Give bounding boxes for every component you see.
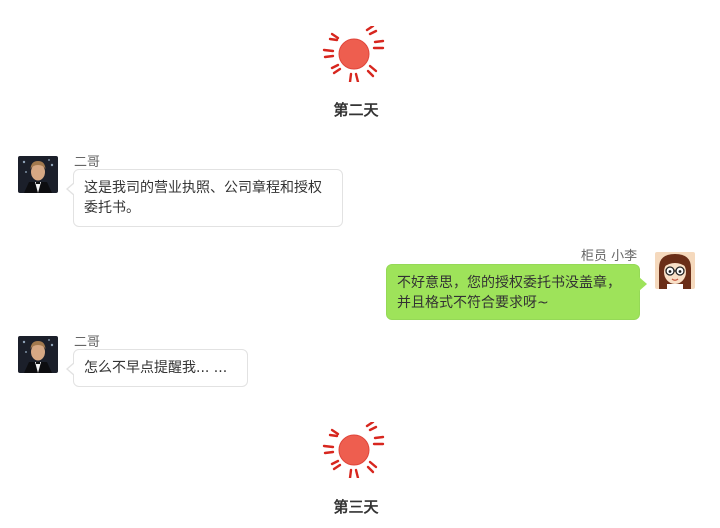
avatar[interactable]	[18, 336, 58, 373]
message-bubble: 不好意思，您的授权委托书没盖章，并且格式不符合要求呀~	[386, 264, 647, 320]
sender-name: 二哥	[74, 335, 101, 350]
day-divider-label: 第二天	[333, 101, 379, 119]
message-bubble: 这是我司的营业执照、公司章程和授权委托书。	[66, 169, 343, 227]
avatar[interactable]	[655, 252, 695, 289]
sun-icon	[322, 26, 385, 82]
girl-with-glasses-avatar-icon	[655, 252, 695, 289]
sun-icon	[322, 422, 385, 478]
man-in-tuxedo-avatar-icon	[18, 156, 58, 193]
man-in-tuxedo-avatar-icon	[18, 336, 58, 373]
sender-name: 二哥	[74, 155, 101, 170]
message-bubble: 怎么不早点提醒我... ...	[66, 349, 248, 387]
avatar[interactable]	[18, 156, 58, 193]
sender-name: 柜员 小李	[581, 249, 638, 264]
day-divider-label: 第三天	[333, 498, 379, 516]
